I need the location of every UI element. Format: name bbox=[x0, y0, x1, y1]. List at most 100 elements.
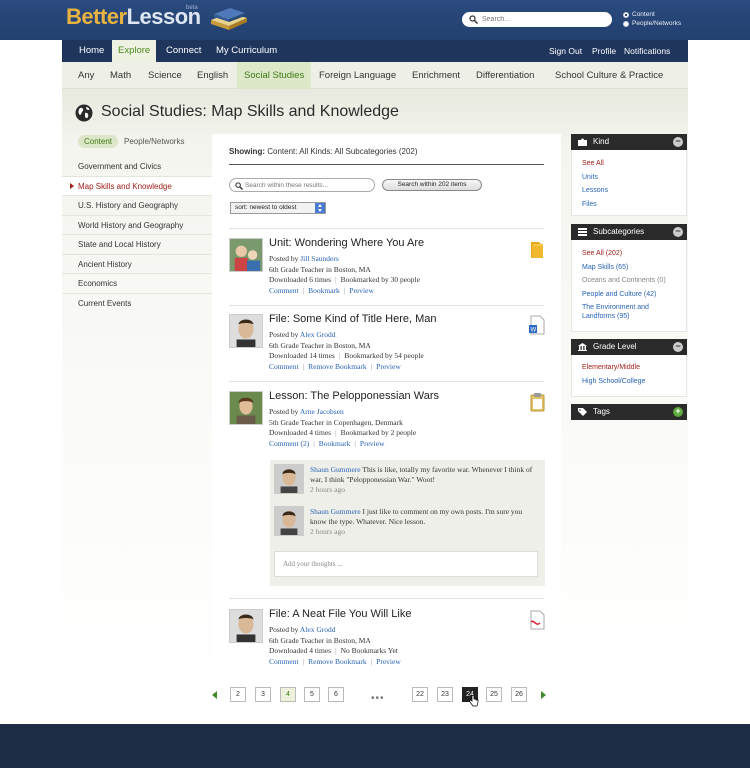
comment-author[interactable]: Shaun Gummere bbox=[310, 507, 361, 516]
kind-files[interactable]: Files bbox=[582, 200, 682, 209]
prev-page-icon[interactable] bbox=[212, 691, 217, 699]
page-link[interactable]: 22 bbox=[412, 687, 428, 702]
category-world-history[interactable]: World History and Geography bbox=[62, 216, 212, 235]
expand-icon[interactable]: + bbox=[673, 407, 683, 417]
avatar[interactable] bbox=[229, 238, 263, 272]
radio-content-option[interactable]: Content bbox=[623, 11, 655, 18]
preview-link[interactable]: Preview bbox=[360, 439, 385, 448]
subject-differentiation[interactable]: Differentiation bbox=[469, 62, 541, 89]
subcategory-see-all[interactable]: See All (202) bbox=[582, 249, 682, 258]
sort-select[interactable]: sort: newest to oldest bbox=[230, 202, 326, 214]
result-title[interactable]: File: Some Kind of Title Here, Man bbox=[269, 313, 437, 325]
author-link[interactable]: Jill Saunders bbox=[300, 254, 339, 263]
nav-notifications[interactable]: Notifications4 bbox=[618, 40, 688, 79]
tab-people-networks[interactable]: People/Networks bbox=[124, 135, 184, 148]
nav-home[interactable]: Home bbox=[73, 40, 110, 62]
subcategory-map-skills[interactable]: Map Skills (65) bbox=[582, 263, 682, 272]
subject-school-culture[interactable]: School Culture & Practice bbox=[548, 62, 670, 89]
preview-link[interactable]: Preview bbox=[376, 362, 401, 371]
remove-bookmark-link[interactable]: Remove Bookmark bbox=[308, 362, 367, 371]
comment-author[interactable]: Shaun Gummere bbox=[310, 465, 361, 474]
nav-profile[interactable]: Profile bbox=[586, 40, 622, 62]
collapse-icon[interactable]: − bbox=[673, 342, 683, 352]
category-state-local-history[interactable]: State and Local History bbox=[62, 235, 212, 255]
comment-link[interactable]: Comment (2) bbox=[269, 439, 309, 448]
avatar[interactable] bbox=[229, 609, 263, 643]
category-government-civics[interactable]: Government and Civics bbox=[62, 157, 212, 177]
result-title[interactable]: File: A Neat File You Will Like bbox=[269, 608, 411, 620]
kind-panel-header[interactable]: Kind − bbox=[571, 134, 687, 150]
subject-any[interactable]: Any bbox=[71, 62, 101, 89]
grade-high-school-college[interactable]: High School/College bbox=[582, 377, 682, 386]
kind-see-all[interactable]: See All bbox=[582, 159, 682, 168]
global-search[interactable] bbox=[462, 12, 612, 27]
subcategory-oceans-continents[interactable]: Oceans and Continents (0) bbox=[582, 276, 682, 285]
nav-sign-out[interactable]: Sign Out bbox=[543, 40, 588, 62]
subject-english[interactable]: English bbox=[190, 62, 235, 89]
grade-elementary-middle[interactable]: Elementary/Middle bbox=[582, 363, 682, 372]
grade-panel-header[interactable]: Grade Level − bbox=[571, 339, 687, 355]
search-within-field[interactable] bbox=[229, 178, 375, 192]
category-list: Government and Civics Map Skills and Kno… bbox=[62, 157, 212, 313]
page-link[interactable]: 4 bbox=[280, 687, 296, 702]
global-search-input[interactable] bbox=[482, 14, 607, 25]
bookmark-link[interactable]: Bookmark bbox=[308, 286, 340, 295]
author-link[interactable]: Arne Jacobsen bbox=[300, 407, 344, 416]
betterlesson-logo[interactable]: BetterLesson bbox=[66, 4, 201, 30]
subcategories-panel-header[interactable]: Subcategories − bbox=[571, 224, 687, 240]
subcategory-environment-landforms[interactable]: The Environment and Landforms (95) bbox=[582, 303, 682, 321]
comment-link[interactable]: Comment bbox=[269, 657, 299, 666]
page-link[interactable]: 5 bbox=[304, 687, 320, 702]
avatar[interactable] bbox=[229, 314, 263, 348]
category-ancient-history[interactable]: Ancient History bbox=[62, 255, 212, 274]
kind-lessons[interactable]: Lessons bbox=[582, 186, 682, 195]
nav-my-curriculum[interactable]: My Curriculum bbox=[210, 40, 283, 62]
bookmark-link[interactable]: Bookmark bbox=[319, 439, 351, 448]
page-link[interactable]: 6 bbox=[328, 687, 344, 702]
preview-link[interactable]: Preview bbox=[349, 286, 374, 295]
remove-bookmark-link[interactable]: Remove Bookmark bbox=[308, 657, 367, 666]
page-title: Social Studies: Map Skills and Knowledge bbox=[101, 103, 399, 120]
subject-enrichment[interactable]: Enrichment bbox=[405, 62, 467, 89]
author-link[interactable]: Alex Grodd bbox=[300, 625, 336, 634]
category-us-history[interactable]: U.S. History and Geography bbox=[62, 196, 212, 216]
subject-social-studies[interactable]: Social Studies bbox=[237, 62, 312, 89]
author-link[interactable]: Alex Grodd bbox=[300, 330, 336, 339]
page-link[interactable]: 3 bbox=[255, 687, 271, 702]
avatar[interactable] bbox=[274, 464, 304, 494]
result-title[interactable]: Lesson: The Pelopponessian Wars bbox=[269, 390, 439, 402]
tags-panel-header[interactable]: Tags + bbox=[571, 404, 687, 420]
radio-content[interactable] bbox=[623, 11, 629, 18]
kind-units[interactable]: Units bbox=[582, 173, 682, 182]
search-within-input[interactable] bbox=[245, 180, 371, 190]
comment-time: 2 hours ago bbox=[310, 527, 345, 536]
comment-link[interactable]: Comment bbox=[269, 286, 299, 295]
subject-science[interactable]: Science bbox=[141, 62, 189, 89]
radio-people[interactable] bbox=[623, 20, 629, 27]
subject-math[interactable]: Math bbox=[103, 62, 138, 89]
subject-foreign-language[interactable]: Foreign Language bbox=[312, 62, 403, 89]
preview-link[interactable]: Preview bbox=[376, 657, 401, 666]
nav-explore[interactable]: Explore bbox=[112, 40, 157, 62]
category-map-skills[interactable]: Map Skills and Knowledge bbox=[62, 176, 212, 196]
nav-connect[interactable]: Connect bbox=[160, 40, 207, 62]
page-link[interactable]: 26 bbox=[511, 687, 527, 702]
collapse-icon[interactable]: − bbox=[673, 137, 683, 147]
subcategory-people-culture[interactable]: People and Culture (42) bbox=[582, 290, 682, 299]
tab-content[interactable]: Content bbox=[78, 135, 118, 148]
category-economics[interactable]: Economics bbox=[62, 274, 212, 294]
page-link[interactable]: 2 bbox=[230, 687, 246, 702]
page-link[interactable]: 25 bbox=[486, 687, 502, 702]
result-title[interactable]: Unit: Wondering Where You Are bbox=[269, 237, 424, 249]
comment-link[interactable]: Comment bbox=[269, 362, 299, 371]
add-comment-input[interactable]: Add your thoughts ... bbox=[274, 551, 538, 577]
footer bbox=[0, 724, 750, 768]
radio-people-option[interactable]: People/Networks bbox=[623, 20, 681, 27]
search-within-button[interactable]: Search within 202 items bbox=[382, 179, 482, 191]
avatar[interactable] bbox=[274, 506, 304, 536]
avatar[interactable] bbox=[229, 391, 263, 425]
collapse-icon[interactable]: − bbox=[673, 227, 683, 237]
next-page-icon[interactable] bbox=[541, 691, 546, 699]
page-link[interactable]: 23 bbox=[437, 687, 453, 702]
category-current-events[interactable]: Current Events bbox=[62, 294, 212, 314]
